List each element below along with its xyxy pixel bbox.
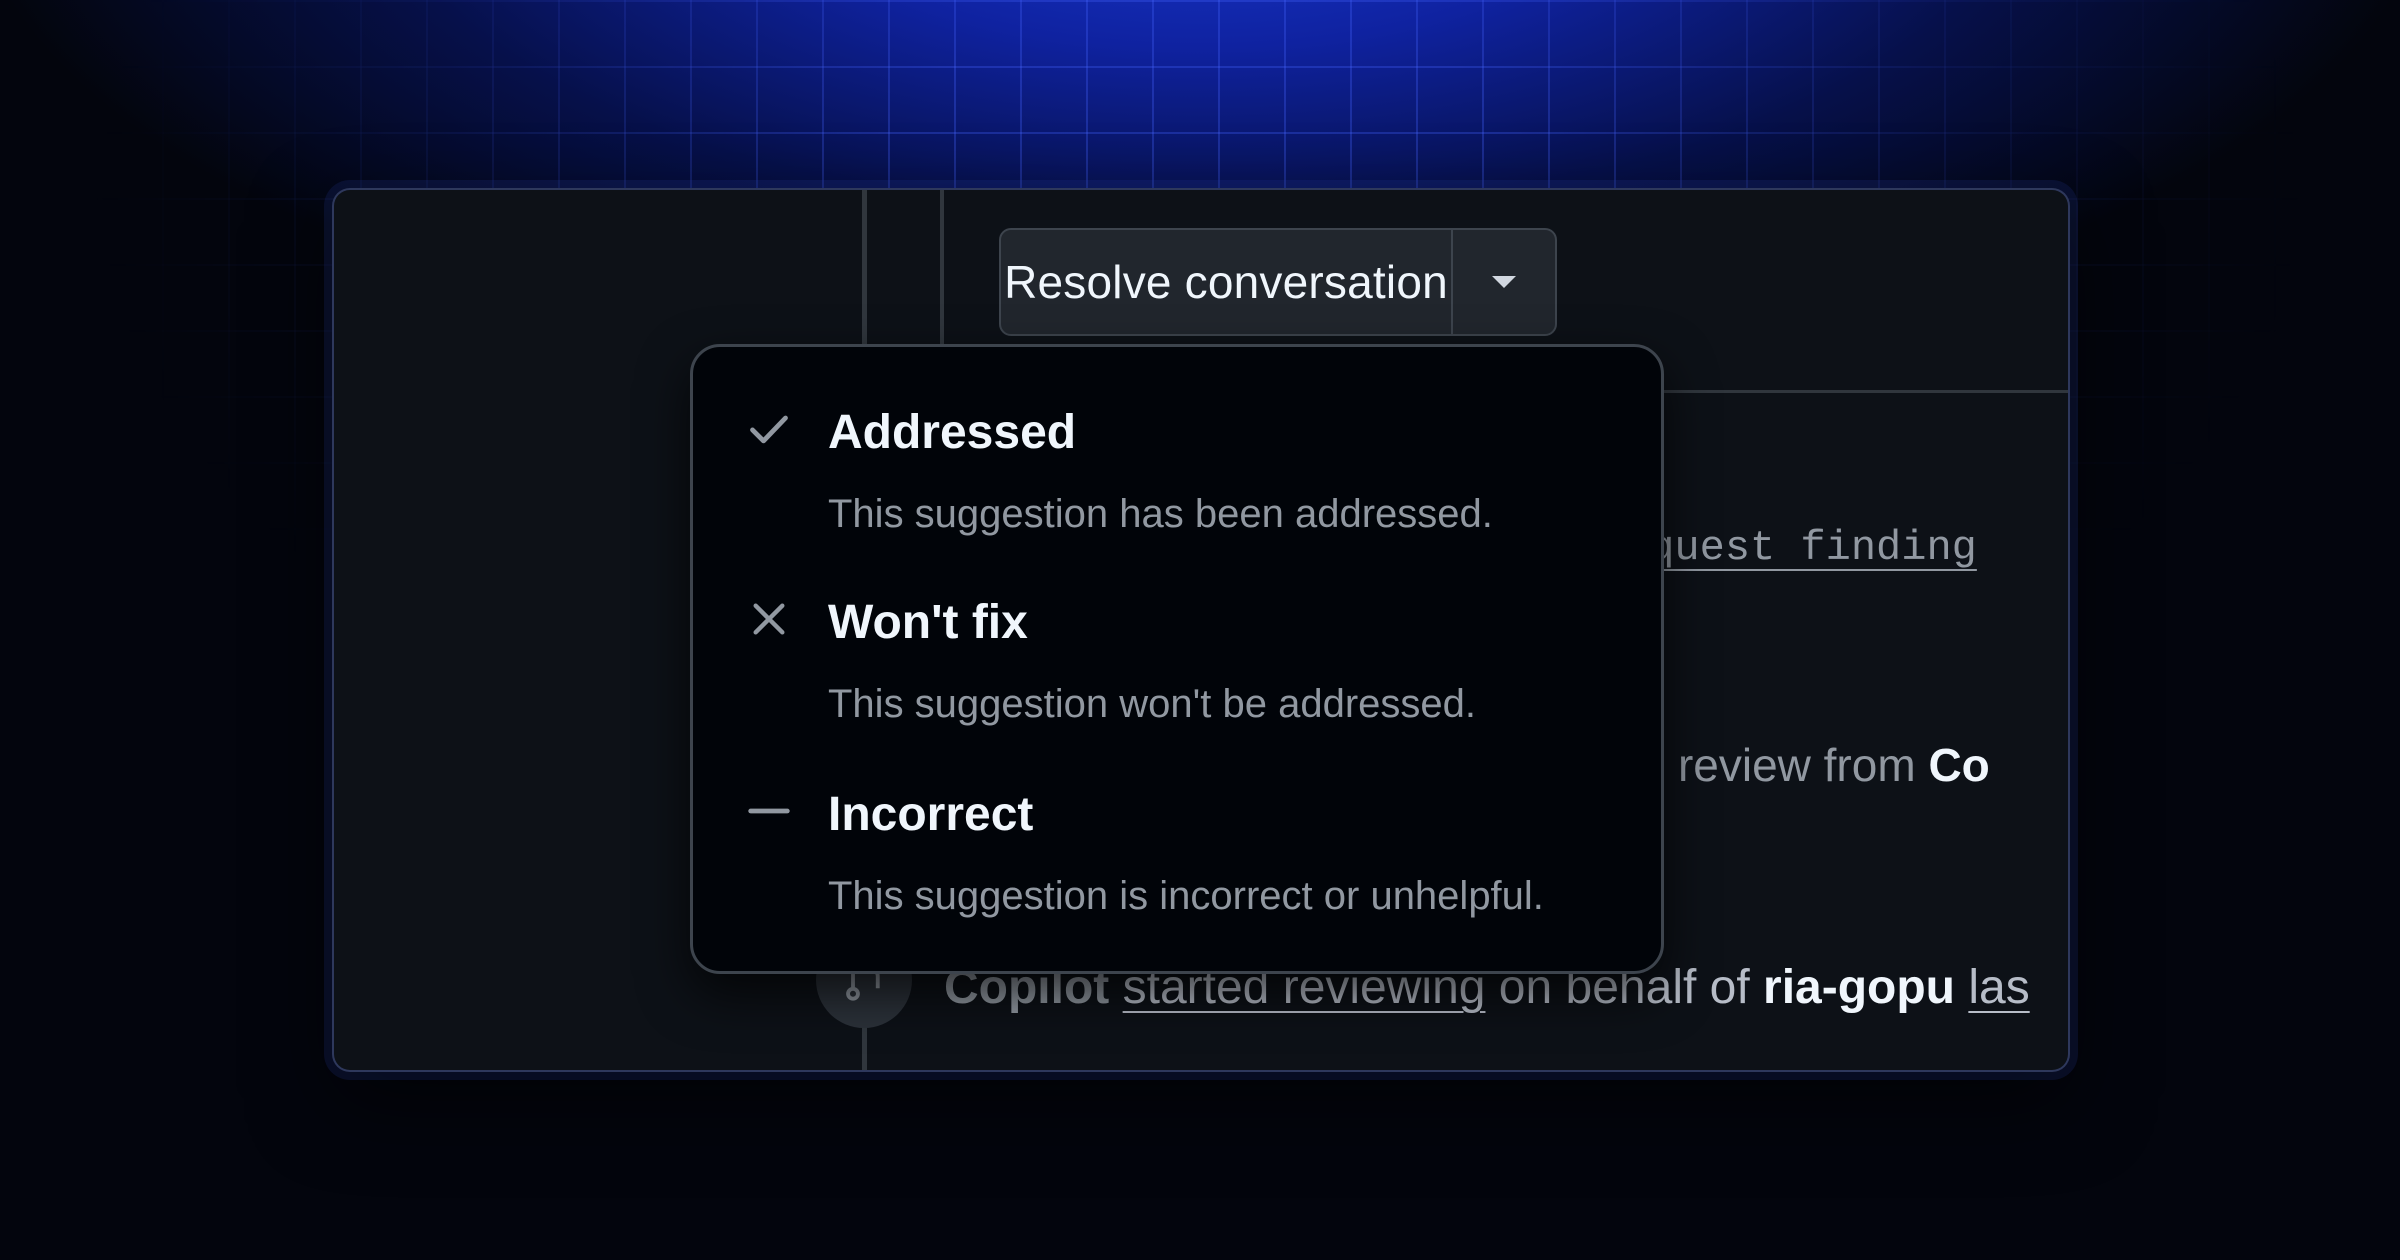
menu-item-wont-fix[interactable]: Won't fix This suggestion won't be addre…	[693, 537, 1661, 727]
check-icon	[747, 407, 791, 451]
resolve-conversation-button-group: Resolve conversation	[999, 228, 1557, 336]
x-icon	[747, 597, 791, 641]
menu-item-label: Incorrect	[828, 788, 1034, 841]
resolve-reason-menu: Addressed This suggestion has been addre…	[690, 344, 1664, 974]
review-actor[interactable]: Co	[1928, 739, 1989, 791]
menu-item-description: This suggestion won't be addressed.	[828, 682, 1477, 726]
menu-item-label: Addressed	[828, 406, 1077, 459]
activity-timestamp-link[interactable]: las	[1968, 961, 2029, 1014]
review-request-row: ed review from Co	[1614, 738, 1990, 792]
menu-item-addressed[interactable]: Addressed This suggestion has been addre…	[693, 347, 1661, 537]
resolve-dropdown-button[interactable]	[1453, 230, 1555, 334]
menu-item-incorrect[interactable]: Incorrect This suggestion is incorrect o…	[693, 729, 1661, 919]
menu-item-description: This suggestion has been addressed.	[828, 492, 1493, 536]
menu-item-description: This suggestion is incorrect or unhelpfu…	[828, 874, 1544, 918]
triangle-down-icon	[1492, 276, 1516, 288]
resolve-conversation-button[interactable]: Resolve conversation	[1001, 230, 1451, 334]
code-link[interactable]: equest finding	[1624, 524, 1977, 572]
menu-item-label: Won't fix	[828, 596, 1028, 649]
activity-user[interactable]: ria-gopu	[1763, 961, 1955, 1014]
dash-icon	[747, 789, 791, 833]
